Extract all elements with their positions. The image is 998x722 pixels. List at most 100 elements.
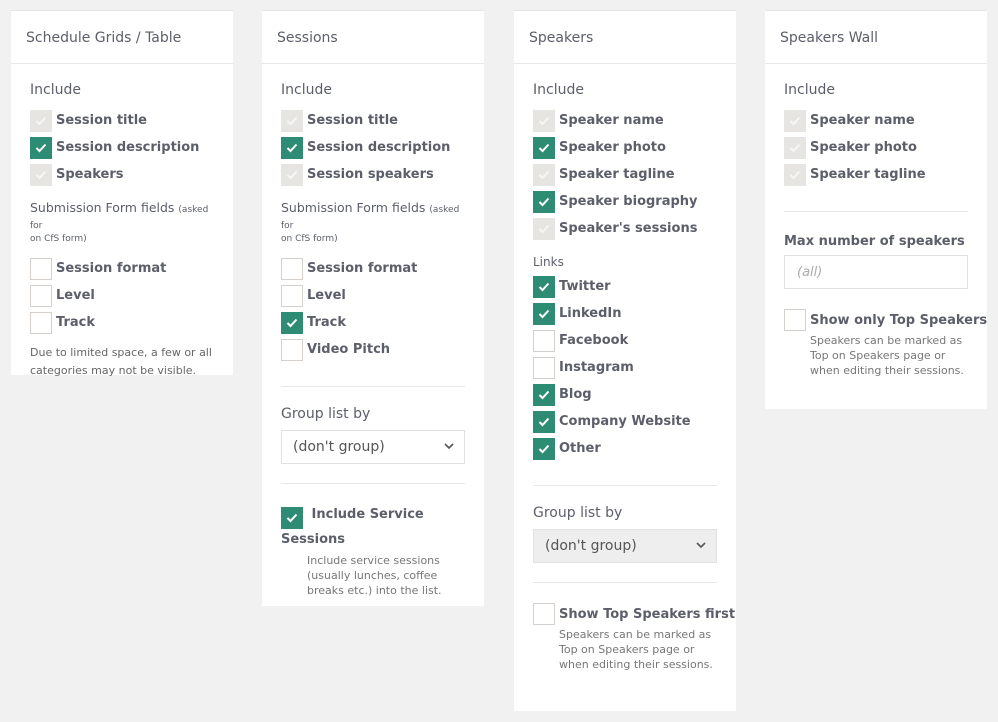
checkbox-option: Session format	[281, 255, 465, 282]
checkbox-option: Track	[30, 309, 214, 336]
checkbox-option: Blog	[533, 381, 717, 408]
check-icon	[538, 282, 550, 291]
top-speakers-label: Show Top Speakers first	[559, 606, 736, 622]
check-icon	[538, 417, 550, 426]
include-heading: Include	[784, 82, 835, 98]
checkbox-label: Instagram	[559, 360, 634, 375]
check-icon	[286, 170, 298, 179]
checkbox-checked[interactable]	[533, 410, 555, 433]
top-speakers-checkbox[interactable]	[533, 603, 555, 625]
checkbox-option: Session description	[281, 134, 465, 161]
check-icon	[35, 116, 47, 125]
include-list: Session title Session description Session …	[281, 107, 465, 188]
max-speakers-label: Max number of speakers	[784, 234, 965, 249]
checkbox-option: Speaker photo	[533, 134, 717, 161]
checkbox[interactable]	[30, 284, 52, 307]
check-icon	[789, 116, 801, 125]
checkbox-checked[interactable]	[533, 190, 555, 213]
check-icon	[286, 143, 298, 152]
checkbox-option: Speaker's sessions	[533, 215, 717, 242]
service-sessions-desc: Include service sessions (usually lunche…	[307, 554, 442, 597]
checkbox-checked[interactable]	[533, 136, 555, 159]
checkbox-option: Session speakers	[281, 161, 465, 188]
card-title: Speakers Wall	[765, 11, 987, 64]
divider	[281, 483, 465, 484]
checkbox-option: Level	[281, 282, 465, 309]
checkbox-disabled	[784, 136, 806, 159]
checkbox-option: Speaker name	[784, 107, 968, 134]
checkbox[interactable]	[281, 284, 303, 307]
speakers-wall-card: Speakers Wall Include Speaker name Speake…	[765, 10, 987, 409]
checkbox-option: Speakers	[30, 161, 214, 188]
include-heading: Include	[533, 82, 584, 98]
checkbox-checked[interactable]	[281, 136, 303, 159]
include-heading: Include	[30, 82, 81, 98]
check-icon	[538, 390, 550, 399]
chevron-down-icon	[696, 541, 706, 552]
checkbox-label: Speaker tagline	[559, 167, 675, 182]
checkbox-label: Session format	[307, 261, 418, 276]
checkbox-label: Speaker tagline	[810, 167, 926, 182]
checkbox-label: Track	[307, 315, 346, 330]
checkbox-label: Twitter	[559, 279, 611, 294]
checkbox-checked[interactable]	[533, 437, 555, 460]
include-list: Speaker name Speaker photo Speaker tagline…	[533, 107, 717, 242]
checkbox-label: Speaker photo	[810, 140, 917, 155]
checkbox[interactable]	[30, 257, 52, 280]
checkbox-label: Blog	[559, 387, 592, 402]
only-top-speakers-checkbox[interactable]	[784, 309, 806, 331]
checkbox-option: Video Pitch	[281, 336, 465, 363]
checkbox[interactable]	[30, 311, 52, 334]
checkbox-disabled	[281, 109, 303, 132]
check-icon	[35, 143, 47, 152]
checkbox-label: LinkedIn	[559, 306, 622, 321]
links-list: Twitter LinkedIn Facebook Instagram Blog Comp…	[533, 273, 717, 462]
checkbox-checked[interactable]	[533, 383, 555, 406]
divider	[533, 582, 717, 583]
check-icon	[286, 513, 298, 523]
check-icon	[538, 224, 550, 233]
check-icon	[538, 444, 550, 453]
checkbox[interactable]	[281, 257, 303, 280]
checkbox[interactable]	[281, 338, 303, 361]
submission-heading: Submission Form fields (asked for on CfS…	[30, 200, 209, 245]
checkbox-disabled	[30, 109, 52, 132]
check-icon	[35, 170, 47, 179]
links-heading: Links	[533, 255, 564, 269]
card-title: Sessions	[262, 11, 484, 64]
checkbox-checked[interactable]	[533, 275, 555, 298]
checkbox-option: Twitter	[533, 273, 717, 300]
checkbox-option: Level	[30, 282, 214, 309]
checkbox-option: Facebook	[533, 327, 717, 354]
checkbox-option: LinkedIn	[533, 300, 717, 327]
check-icon	[538, 309, 550, 318]
checkbox-disabled	[533, 163, 555, 186]
group-label: Group list by	[533, 505, 623, 521]
checkbox-option: Speaker name	[533, 107, 717, 134]
checkbox-label: Session format	[56, 261, 167, 276]
divider	[281, 386, 465, 387]
checkbox-option: Other	[533, 435, 717, 462]
speakers-card: Speakers Include Speaker name Speaker pho…	[514, 10, 736, 711]
submission-heading: Submission Form fields (asked for on CfS…	[281, 200, 460, 245]
checkbox[interactable]	[533, 329, 555, 352]
include-list: Session title Session description Speakers	[30, 107, 214, 188]
checkbox[interactable]	[533, 356, 555, 379]
group-select[interactable]: (don't group)	[281, 430, 465, 464]
check-icon	[789, 143, 801, 152]
check-icon	[286, 116, 298, 125]
checkbox-label: Track	[56, 315, 95, 330]
group-select[interactable]: (don't group)	[533, 529, 717, 563]
checkbox-label: Speaker photo	[559, 140, 666, 155]
divider	[784, 211, 968, 212]
checkbox-checked[interactable]	[281, 311, 303, 334]
checkbox-disabled	[281, 163, 303, 186]
top-speakers-option: Show Top Speakers first Speakers can be …	[533, 603, 735, 672]
max-speakers-input[interactable]: (all)	[784, 255, 968, 289]
checkbox-checked[interactable]	[30, 136, 52, 159]
group-label: Group list by	[281, 406, 371, 422]
checkbox-option: Track	[281, 309, 465, 336]
checkbox-checked[interactable]	[533, 302, 555, 325]
service-sessions-checkbox[interactable]	[281, 507, 303, 529]
checkbox-option: Instagram	[533, 354, 717, 381]
